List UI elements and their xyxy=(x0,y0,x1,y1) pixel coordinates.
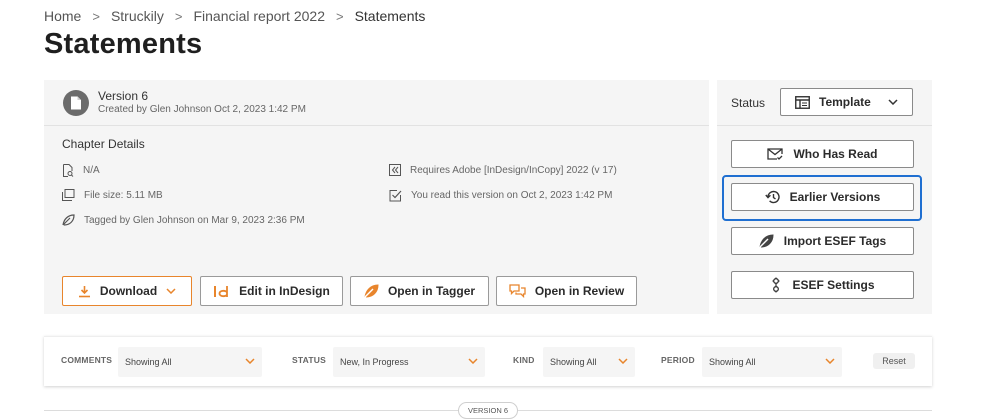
chevron-down-icon xyxy=(618,356,628,366)
template-icon xyxy=(795,95,810,109)
chevron-down-icon xyxy=(888,99,898,105)
breadcrumb-financial-report[interactable]: Financial report 2022 xyxy=(193,8,325,24)
filter-kind-label: KIND xyxy=(513,355,535,365)
esef-settings-label: ESEF Settings xyxy=(792,278,875,292)
status-select[interactable]: Template xyxy=(780,88,913,116)
filter-comments-value: Showing All xyxy=(125,357,172,367)
version-title: Version 6 xyxy=(98,89,149,103)
download-icon xyxy=(78,285,91,298)
detail-file-size-text: File size: 5.11 MB xyxy=(84,189,163,201)
tag-leaf-icon xyxy=(62,214,75,226)
esef-settings-button[interactable]: ESEF Settings xyxy=(731,271,914,299)
filter-comments-select[interactable]: Showing All xyxy=(118,347,262,377)
chapter-details-title: Chapter Details xyxy=(62,137,145,151)
filter-status-select[interactable]: New, In Progress xyxy=(333,347,485,377)
detail-requires-text: Requires Adobe [InDesign/InCopy] 2022 (v… xyxy=(410,164,617,176)
settings-icon xyxy=(770,277,782,293)
edit-in-indesign-button[interactable]: Edit in InDesign xyxy=(200,276,343,306)
filter-period-select[interactable]: Showing All xyxy=(702,347,842,377)
import-esef-tags-label: Import ESEF Tags xyxy=(783,234,887,248)
filter-bar: COMMENTS Showing All STATUS New, In Prog… xyxy=(44,336,932,386)
document-icon xyxy=(63,90,89,116)
status-value: Template xyxy=(819,95,871,109)
version-divider-label: VERSION 6 xyxy=(458,402,518,419)
comments-icon xyxy=(509,284,526,298)
breadcrumb-separator: > xyxy=(335,8,344,24)
detail-file-size: File size: 5.11 MB xyxy=(62,189,163,201)
open-in-review-label: Open in Review xyxy=(534,284,625,298)
focus-ring xyxy=(722,175,922,221)
breadcrumb: Home > Struckily > Financial report 2022… xyxy=(44,8,425,24)
breadcrumb-current: Statements xyxy=(354,8,426,24)
chevron-down-icon xyxy=(166,288,176,294)
breadcrumb-struckily[interactable]: Struckily xyxy=(111,8,164,24)
chevron-down-icon xyxy=(468,356,478,366)
filter-status-label: STATUS xyxy=(292,355,326,365)
filter-kind-value: Showing All xyxy=(550,357,597,367)
status-label: Status xyxy=(731,96,766,110)
filter-kind-select[interactable]: Showing All xyxy=(543,347,635,377)
detail-na: N/A xyxy=(62,164,100,177)
breadcrumb-separator: > xyxy=(92,8,100,24)
detail-na-text: N/A xyxy=(83,165,100,176)
tag-leaf-icon xyxy=(759,234,774,248)
filter-period-label: PERIOD xyxy=(661,355,695,365)
page-title: Statements xyxy=(44,28,203,60)
who-has-read-button[interactable]: Who Has Read xyxy=(731,140,914,168)
detail-read-text: You read this version on Oct 2, 2023 1:4… xyxy=(411,190,613,201)
files-icon xyxy=(62,189,75,201)
status-row: Status Template xyxy=(717,80,932,126)
breadcrumb-home[interactable]: Home xyxy=(44,8,81,24)
breadcrumb-separator: > xyxy=(174,8,183,24)
detail-tagged: Tagged by Glen Johnson on Mar 9, 2023 2:… xyxy=(62,214,305,226)
chevron-down-icon xyxy=(825,356,835,366)
reset-filters-button[interactable]: Reset xyxy=(873,353,915,369)
file-search-icon xyxy=(63,164,74,177)
detail-requires: Requires Adobe [InDesign/InCopy] 2022 (v… xyxy=(389,164,617,176)
filter-period-value: Showing All xyxy=(709,357,756,367)
download-button[interactable]: Download xyxy=(62,276,192,306)
edit-in-indesign-label: Edit in InDesign xyxy=(239,284,330,298)
download-label: Download xyxy=(99,284,158,298)
version-created: Created by Glen Johnson Oct 2, 2023 1:42… xyxy=(98,104,306,115)
check-square-icon xyxy=(389,190,402,202)
filter-status-value: New, In Progress xyxy=(340,357,409,367)
detail-read: You read this version on Oct 2, 2023 1:4… xyxy=(389,189,612,202)
filter-comments-label: COMMENTS xyxy=(61,355,113,365)
open-in-review-button[interactable]: Open in Review xyxy=(496,276,637,306)
open-in-tagger-button[interactable]: Open in Tagger xyxy=(350,276,489,306)
version-header: Version 6 Created by Glen Johnson Oct 2,… xyxy=(44,80,709,126)
who-has-read-label: Who Has Read xyxy=(793,147,878,161)
open-in-tagger-label: Open in Tagger xyxy=(387,284,476,298)
mail-check-icon xyxy=(767,147,784,161)
indesign-icon xyxy=(213,285,230,298)
adobe-indesign-icon xyxy=(389,164,401,176)
import-esef-tags-button[interactable]: Import ESEF Tags xyxy=(731,227,914,255)
chevron-down-icon xyxy=(245,356,255,366)
tag-leaf-icon xyxy=(364,284,379,298)
detail-tagged-text: Tagged by Glen Johnson on Mar 9, 2023 2:… xyxy=(84,214,305,226)
